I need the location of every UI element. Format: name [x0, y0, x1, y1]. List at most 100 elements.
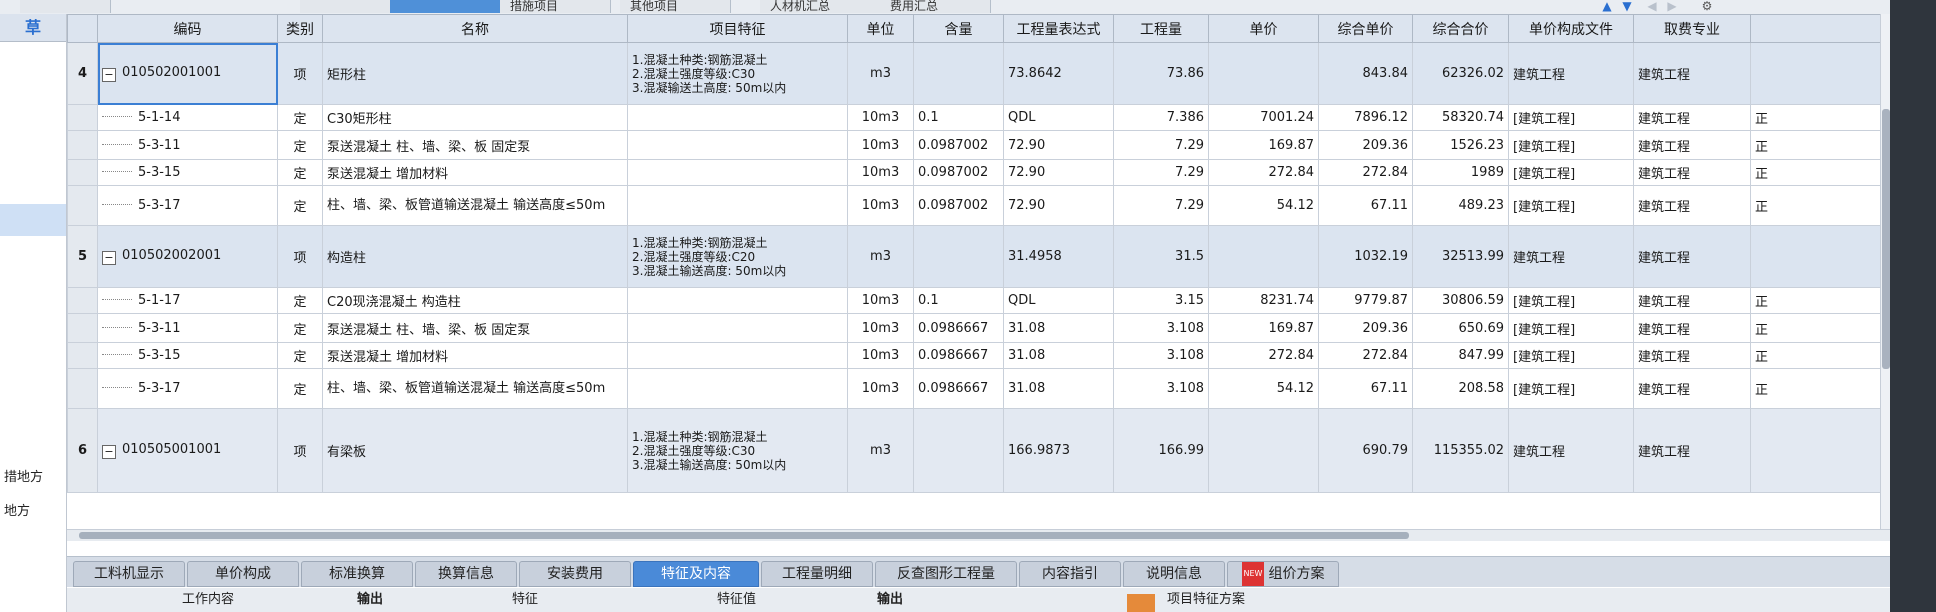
- cell-extra[interactable]: [1750, 408, 1880, 493]
- cell-qty[interactable]: 3.15: [1113, 287, 1209, 314]
- cell-unit[interactable]: 10m3: [847, 368, 914, 409]
- arrow-right-icon[interactable]: ▶: [1665, 0, 1679, 13]
- cell-major[interactable]: 建筑工程: [1633, 408, 1751, 493]
- cell-feature[interactable]: 1.混凝土种类:钢筋混凝土 2.混凝土强度等级:C30 3.混凝土输送高度: 50m…: [627, 408, 848, 493]
- cell-cat[interactable]: 定: [277, 313, 323, 343]
- cell-expr[interactable]: 72.90: [1003, 185, 1114, 226]
- cell-unit-total[interactable]: 209.36: [1318, 130, 1413, 160]
- cell-name[interactable]: 泵送混凝土 增加材料: [322, 159, 628, 186]
- cell-cat[interactable]: 定: [277, 342, 323, 369]
- bottom-tab-1[interactable]: 单价构成: [187, 561, 299, 587]
- cell-price[interactable]: 54.12: [1208, 368, 1319, 409]
- bottom-tab-3[interactable]: 换算信息: [415, 561, 517, 587]
- quota-row[interactable]: 5-3-17 定柱、墙、梁、板管道输送混凝土 输送高度≤50m 10m3 0.0987…: [67, 185, 1880, 226]
- row-number[interactable]: [67, 313, 98, 343]
- cell-code[interactable]: 5-3-15: [97, 342, 278, 369]
- cell-expr[interactable]: 72.90: [1003, 130, 1114, 160]
- bottom-tab-9[interactable]: 说明信息: [1123, 561, 1225, 587]
- cell-qty[interactable]: 7.386: [1113, 104, 1209, 131]
- cell-expr[interactable]: QDL: [1003, 104, 1114, 131]
- cell-total[interactable]: 115355.02: [1412, 408, 1509, 493]
- quota-row[interactable]: 5-1-14 定 C30矩形柱 10m3 0.1 QDL 7.386 7001.24 7896.…: [67, 104, 1880, 131]
- cell-expr[interactable]: 72.90: [1003, 159, 1114, 186]
- cell-code[interactable]: −010502002001: [97, 225, 278, 288]
- cell-major[interactable]: 建筑工程: [1633, 185, 1751, 226]
- cell-unit[interactable]: m3: [847, 42, 914, 105]
- left-pane-text-1[interactable]: 措地方: [4, 466, 43, 485]
- cell-qty-ratio[interactable]: [913, 408, 1004, 493]
- bottom-tab-0[interactable]: 工料机显示: [73, 561, 185, 587]
- cell-unit-total[interactable]: 7896.12: [1318, 104, 1413, 131]
- settings-icon[interactable]: ⚙: [1700, 0, 1714, 13]
- cell-qty-ratio[interactable]: 0.0986667: [913, 313, 1004, 343]
- cell-total[interactable]: 489.23: [1412, 185, 1509, 226]
- tab-measures[interactable]: 措施项目: [500, 0, 611, 13]
- cell-name[interactable]: C30矩形柱: [322, 104, 628, 131]
- cell-name[interactable]: 柱、墙、梁、板管道输送混凝土 输送高度≤50m: [322, 368, 628, 409]
- cell-expr[interactable]: QDL: [1003, 287, 1114, 314]
- cell-qty-ratio[interactable]: 0.0986667: [913, 342, 1004, 369]
- cell-extra[interactable]: [1750, 42, 1880, 105]
- cell-code[interactable]: 5-3-11: [97, 130, 278, 160]
- tab-partial-1[interactable]: [20, 0, 111, 13]
- cell-price[interactable]: [1208, 225, 1319, 288]
- cell-name[interactable]: 泵送混凝土 柱、墙、梁、板 固定泵: [322, 130, 628, 160]
- cell-qty[interactable]: 31.5: [1113, 225, 1209, 288]
- cell-price[interactable]: 169.87: [1208, 130, 1319, 160]
- cell-price[interactable]: 169.87: [1208, 313, 1319, 343]
- cell-expr[interactable]: 166.9873: [1003, 408, 1114, 493]
- col-header-price[interactable]: 单价: [1208, 14, 1319, 43]
- cell-total[interactable]: 1989: [1412, 159, 1509, 186]
- tab-labor-material-summary[interactable]: 人材机汇总: [760, 0, 891, 13]
- cell-name[interactable]: 构造柱: [322, 225, 628, 288]
- cell-major[interactable]: 建筑工程: [1633, 342, 1751, 369]
- row-number[interactable]: [67, 130, 98, 160]
- cell-unit[interactable]: 10m3: [847, 130, 914, 160]
- cell-expr[interactable]: 73.8642: [1003, 42, 1114, 105]
- cell-file[interactable]: [建筑工程]: [1508, 159, 1634, 186]
- cell-cat[interactable]: 定: [277, 104, 323, 131]
- tab-cost-summary[interactable]: 费用汇总: [880, 0, 991, 13]
- cell-total[interactable]: 208.58: [1412, 368, 1509, 409]
- cell-code[interactable]: 5-3-11: [97, 313, 278, 343]
- cell-total[interactable]: 32513.99: [1412, 225, 1509, 288]
- bottom-tab-2[interactable]: 标准换算: [301, 561, 413, 587]
- cell-unit-total[interactable]: 843.84: [1318, 42, 1413, 105]
- row-number[interactable]: [67, 287, 98, 314]
- cell-expr[interactable]: 31.08: [1003, 342, 1114, 369]
- col-header-unit[interactable]: 单位: [847, 14, 914, 43]
- col-header-quantity[interactable]: 工程量: [1113, 14, 1209, 43]
- cell-qty[interactable]: 166.99: [1113, 408, 1209, 493]
- cell-expr[interactable]: 31.08: [1003, 313, 1114, 343]
- col-header-unit-total[interactable]: 综合单价: [1318, 14, 1413, 43]
- cell-file[interactable]: [建筑工程]: [1508, 130, 1634, 160]
- cell-expr[interactable]: 31.4958: [1003, 225, 1114, 288]
- arrow-left-icon[interactable]: ◀: [1645, 0, 1659, 13]
- row-number[interactable]: [67, 104, 98, 131]
- cell-qty-ratio[interactable]: 0.1: [913, 287, 1004, 314]
- col-header-fee-major[interactable]: 取费专业: [1633, 14, 1751, 43]
- bottom-tab-10[interactable]: NEW 组价方案: [1227, 561, 1339, 587]
- horizontal-scroll-thumb[interactable]: [79, 532, 1409, 539]
- cell-file[interactable]: [建筑工程]: [1508, 185, 1634, 226]
- cell-extra[interactable]: 正: [1750, 104, 1880, 131]
- cell-qty[interactable]: 3.108: [1113, 342, 1209, 369]
- cell-cat[interactable]: 定: [277, 368, 323, 409]
- cell-unit-total[interactable]: 209.36: [1318, 313, 1413, 343]
- bottom-tab-6[interactable]: 工程量明细: [761, 561, 873, 587]
- cell-major[interactable]: 建筑工程: [1633, 225, 1751, 288]
- cell-code[interactable]: −010502001001: [97, 42, 278, 105]
- cell-qty-ratio[interactable]: 0.0987002: [913, 130, 1004, 160]
- cell-feature[interactable]: [627, 130, 848, 160]
- tab-active-partial[interactable]: [390, 0, 511, 13]
- cell-name[interactable]: 有梁板: [322, 408, 628, 493]
- cell-qty-ratio[interactable]: 0.0987002: [913, 185, 1004, 226]
- cell-unit[interactable]: 10m3: [847, 342, 914, 369]
- cell-extra[interactable]: 正: [1750, 159, 1880, 186]
- bottom-tab-4[interactable]: 安装费用: [519, 561, 631, 587]
- cell-file[interactable]: 建筑工程: [1508, 42, 1634, 105]
- cell-qty[interactable]: 7.29: [1113, 159, 1209, 186]
- left-pane-text-2[interactable]: 地方: [4, 500, 30, 519]
- cell-price[interactable]: [1208, 408, 1319, 493]
- cell-unit-total[interactable]: 272.84: [1318, 159, 1413, 186]
